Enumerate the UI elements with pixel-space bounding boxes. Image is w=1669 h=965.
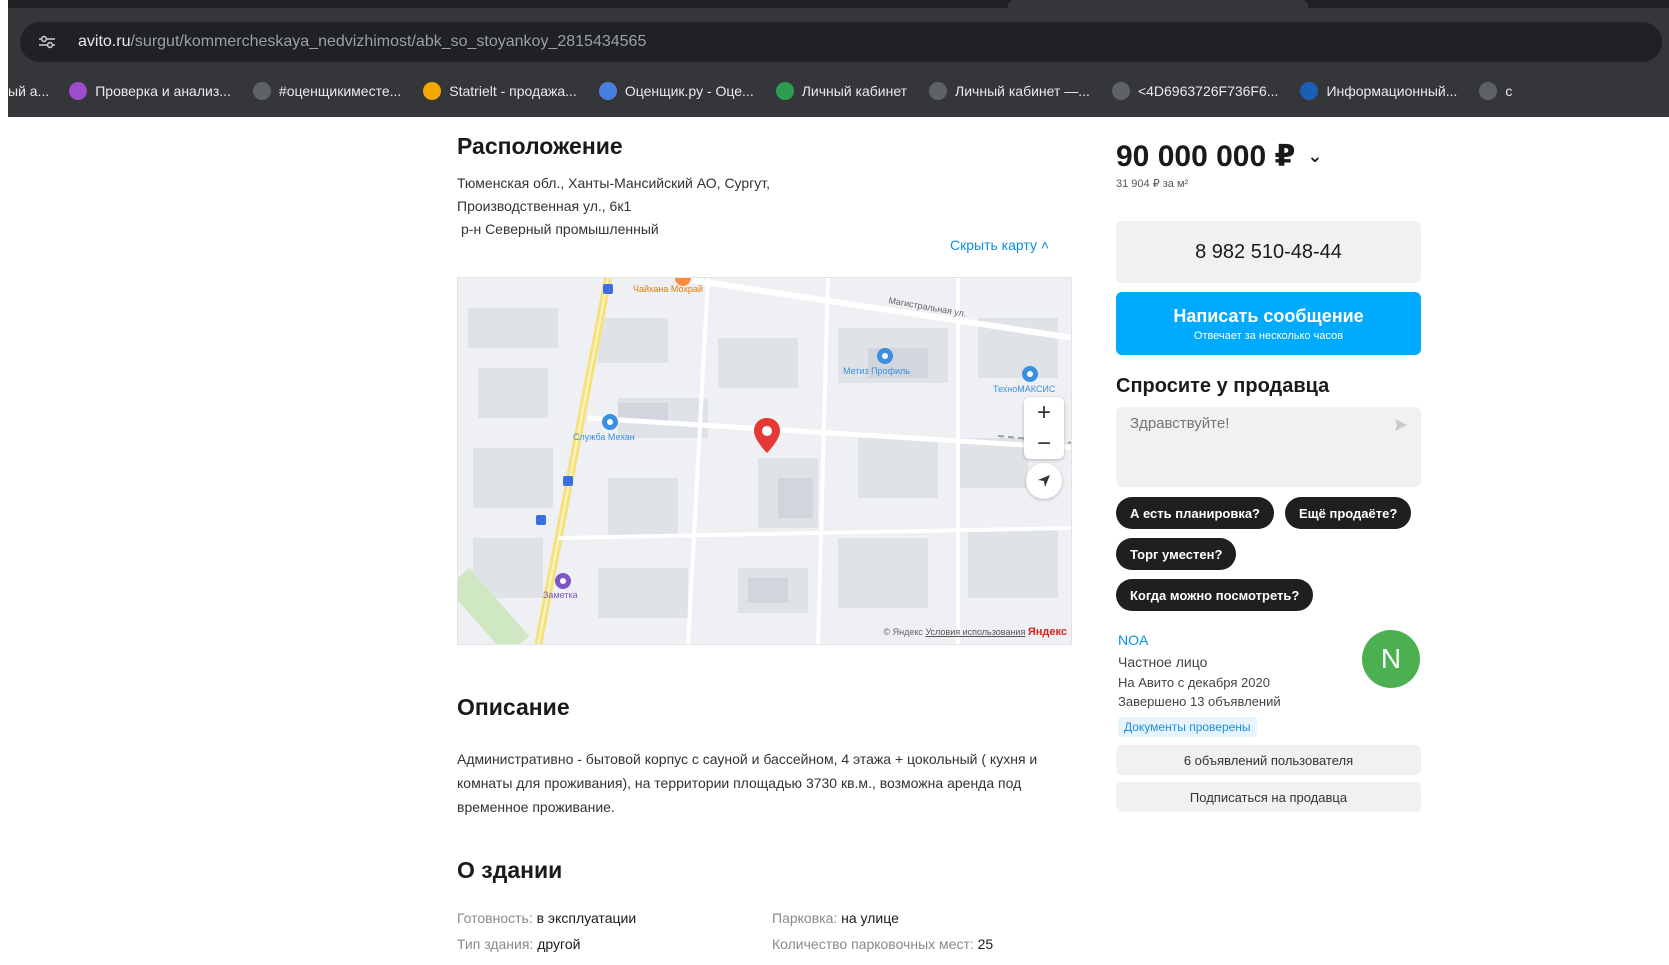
map-terms-link[interactable]: Условия использования [925, 627, 1025, 637]
show-phone-button[interactable]: 8 982 510-48-44 [1116, 221, 1421, 283]
bookmark-label: Оценщик.ру - Оце... [624, 83, 754, 99]
bookmark-label: Информационный... [1326, 83, 1458, 99]
bookmark-item[interactable]: ый а... [8, 83, 49, 99]
description-text: Административно - бытовой корпус с сауно… [457, 751, 1038, 815]
param-readiness: Готовность: в эксплуатации [457, 910, 637, 926]
param-parking-spots: Количество парковочных мест: 25 [772, 936, 994, 952]
ask-seller-title: Спросите у продавца [1116, 375, 1330, 397]
doc-icon [1300, 82, 1319, 100]
site-settings-icon[interactable] [36, 31, 58, 53]
quick-question-chip[interactable]: Когда можно посмотреть? [1116, 579, 1314, 611]
seller-type: Частное лицо [1118, 654, 1208, 670]
globe-icon [252, 82, 271, 100]
location-title: Расположение [457, 133, 623, 159]
statrielt-icon [423, 82, 442, 100]
seller-since: На Авито с декабря 2020 [1118, 675, 1270, 690]
active-tab[interactable] [1008, 0, 1308, 8]
subscribe-seller-button[interactable]: Подписаться на продавца [1116, 782, 1421, 812]
bookmark-label: <4D6963726F736F6... [1137, 83, 1279, 99]
district-text: р-н Северный промышленный [461, 221, 659, 237]
map-copyright: © Яндекс [883, 627, 923, 637]
address-line-2: Производственная ул., 6к1 [457, 198, 632, 214]
map-label-poi3: Служба Механ [573, 432, 635, 442]
ask-seller-input[interactable] [1130, 415, 1370, 432]
bookmark-item[interactable]: #оценщикиместе... [252, 82, 402, 100]
description-title: Описание [457, 694, 570, 720]
yandex-logo[interactable]: Яндекс [1028, 626, 1067, 638]
bookmark-label: Проверка и анализ... [95, 83, 231, 99]
globe-icon [1479, 82, 1498, 100]
geolocation-button[interactable] [1026, 463, 1062, 499]
bookmark-label: ый а... [8, 83, 50, 99]
map-footer: © Яндекс Условия использования Яндекс [884, 626, 1067, 638]
map-label-poi1: Метиз Профиль [843, 366, 910, 376]
address-bar[interactable]: avito.ru/surgut/kommercheskaya_nedvizhim… [20, 22, 1662, 62]
param-building-type: Тип здания: другой [457, 936, 581, 952]
bookmarks-bar: ый а... Проверка и анализ... #оценщикимест… [8, 76, 1669, 106]
seller-name-link[interactable]: NOA [1118, 632, 1148, 648]
bookmark-item[interactable]: Личный кабинет —... [929, 82, 1090, 100]
bookmark-item[interactable]: <4D6963726F736F6... [1111, 82, 1279, 100]
hide-map-link[interactable]: Скрыть карту ˄ [950, 237, 1049, 253]
bookmark-label: Statrielt - продажа... [449, 83, 577, 99]
building-title: О здании [457, 857, 563, 883]
url-domain: avito.ru [78, 33, 131, 50]
zoom-in-button[interactable]: + [1024, 397, 1064, 428]
bookmark-item[interactable]: Оценщик.ру - Оце... [598, 82, 754, 100]
shield-icon [775, 82, 794, 100]
map-label-poi5: Чайхана Мохрай [633, 284, 703, 294]
purple-circle-icon [69, 82, 88, 100]
user-ads-button[interactable]: 6 объявлений пользователя [1116, 745, 1421, 775]
geolocation-icon [1038, 475, 1050, 487]
url-path: /surgut/kommercheskaya_nedvizhimost/abk_… [130, 33, 647, 50]
quick-question-chip[interactable]: Ещё продаёте? [1285, 497, 1412, 529]
ask-seller-box [1116, 407, 1421, 487]
address-line-1: Тюменская обл., Ханты-Мансийский АО, Сур… [457, 175, 771, 191]
bookmark-item[interactable]: Проверка и анализ... [69, 82, 231, 100]
quick-question-chip[interactable]: Торг уместен? [1116, 538, 1237, 570]
url-text[interactable]: avito.ru/surgut/kommercheskaya_nedvizhim… [78, 33, 646, 51]
quick-question-chip[interactable]: А есть планировка? [1116, 497, 1274, 529]
map-zoom-control: + − [1024, 397, 1064, 459]
write-message-button[interactable]: Написать сообщение Отвечает за несколько… [1116, 292, 1421, 355]
bookmark-label: Личный кабинет —... [955, 83, 1090, 99]
chevron-down-icon[interactable]: ⌄ [1307, 146, 1322, 167]
bookmark-label: #оценщикиместе... [278, 83, 402, 99]
avatar[interactable]: N [1362, 630, 1420, 688]
bookmark-label: с [1505, 83, 1513, 99]
tab-strip [8, 0, 1669, 8]
price-per-meter: 31 904 ₽ за м² [1116, 178, 1189, 190]
map[interactable]: Чайхана Мохрай Магистральная ул. Метиз П… [457, 277, 1072, 645]
bookmark-item[interactable]: Личный кабинет [775, 82, 908, 100]
param-parking: Парковка: на улице [772, 910, 899, 926]
map-label-poi4: Заметка [543, 590, 578, 600]
zoom-out-button[interactable]: − [1024, 428, 1064, 459]
page-content: Расположение Тюменская обл., Ханты-Манси… [0, 117, 1669, 965]
bookmark-item[interactable]: с [1479, 82, 1512, 100]
price-value: 90 000 000 ₽ [1116, 140, 1296, 173]
write-message-label: Написать сообщение [1173, 305, 1364, 326]
send-icon[interactable] [1393, 417, 1409, 433]
bookmark-item[interactable]: Statrielt - продажа... [423, 82, 577, 100]
bookmark-label: Личный кабинет [801, 83, 908, 99]
price[interactable]: 90 000 000 ₽ ⌄ [1116, 139, 1322, 174]
seller-completed: Завершено 13 объявлений [1118, 694, 1281, 709]
browser-chrome: avito.ru/surgut/kommercheskaya_nedvizhim… [8, 0, 1669, 117]
globe-icon [929, 82, 948, 100]
snowflake-icon [598, 82, 617, 100]
docs-verified-badge: Документы проверены [1118, 717, 1257, 737]
bookmark-item[interactable]: Информационный... [1300, 82, 1457, 100]
response-time-label: Отвечает за несколько часов [1193, 329, 1344, 342]
globe-icon [1111, 82, 1130, 100]
map-label-poi2: ТехноМАКСИС [993, 384, 1056, 394]
